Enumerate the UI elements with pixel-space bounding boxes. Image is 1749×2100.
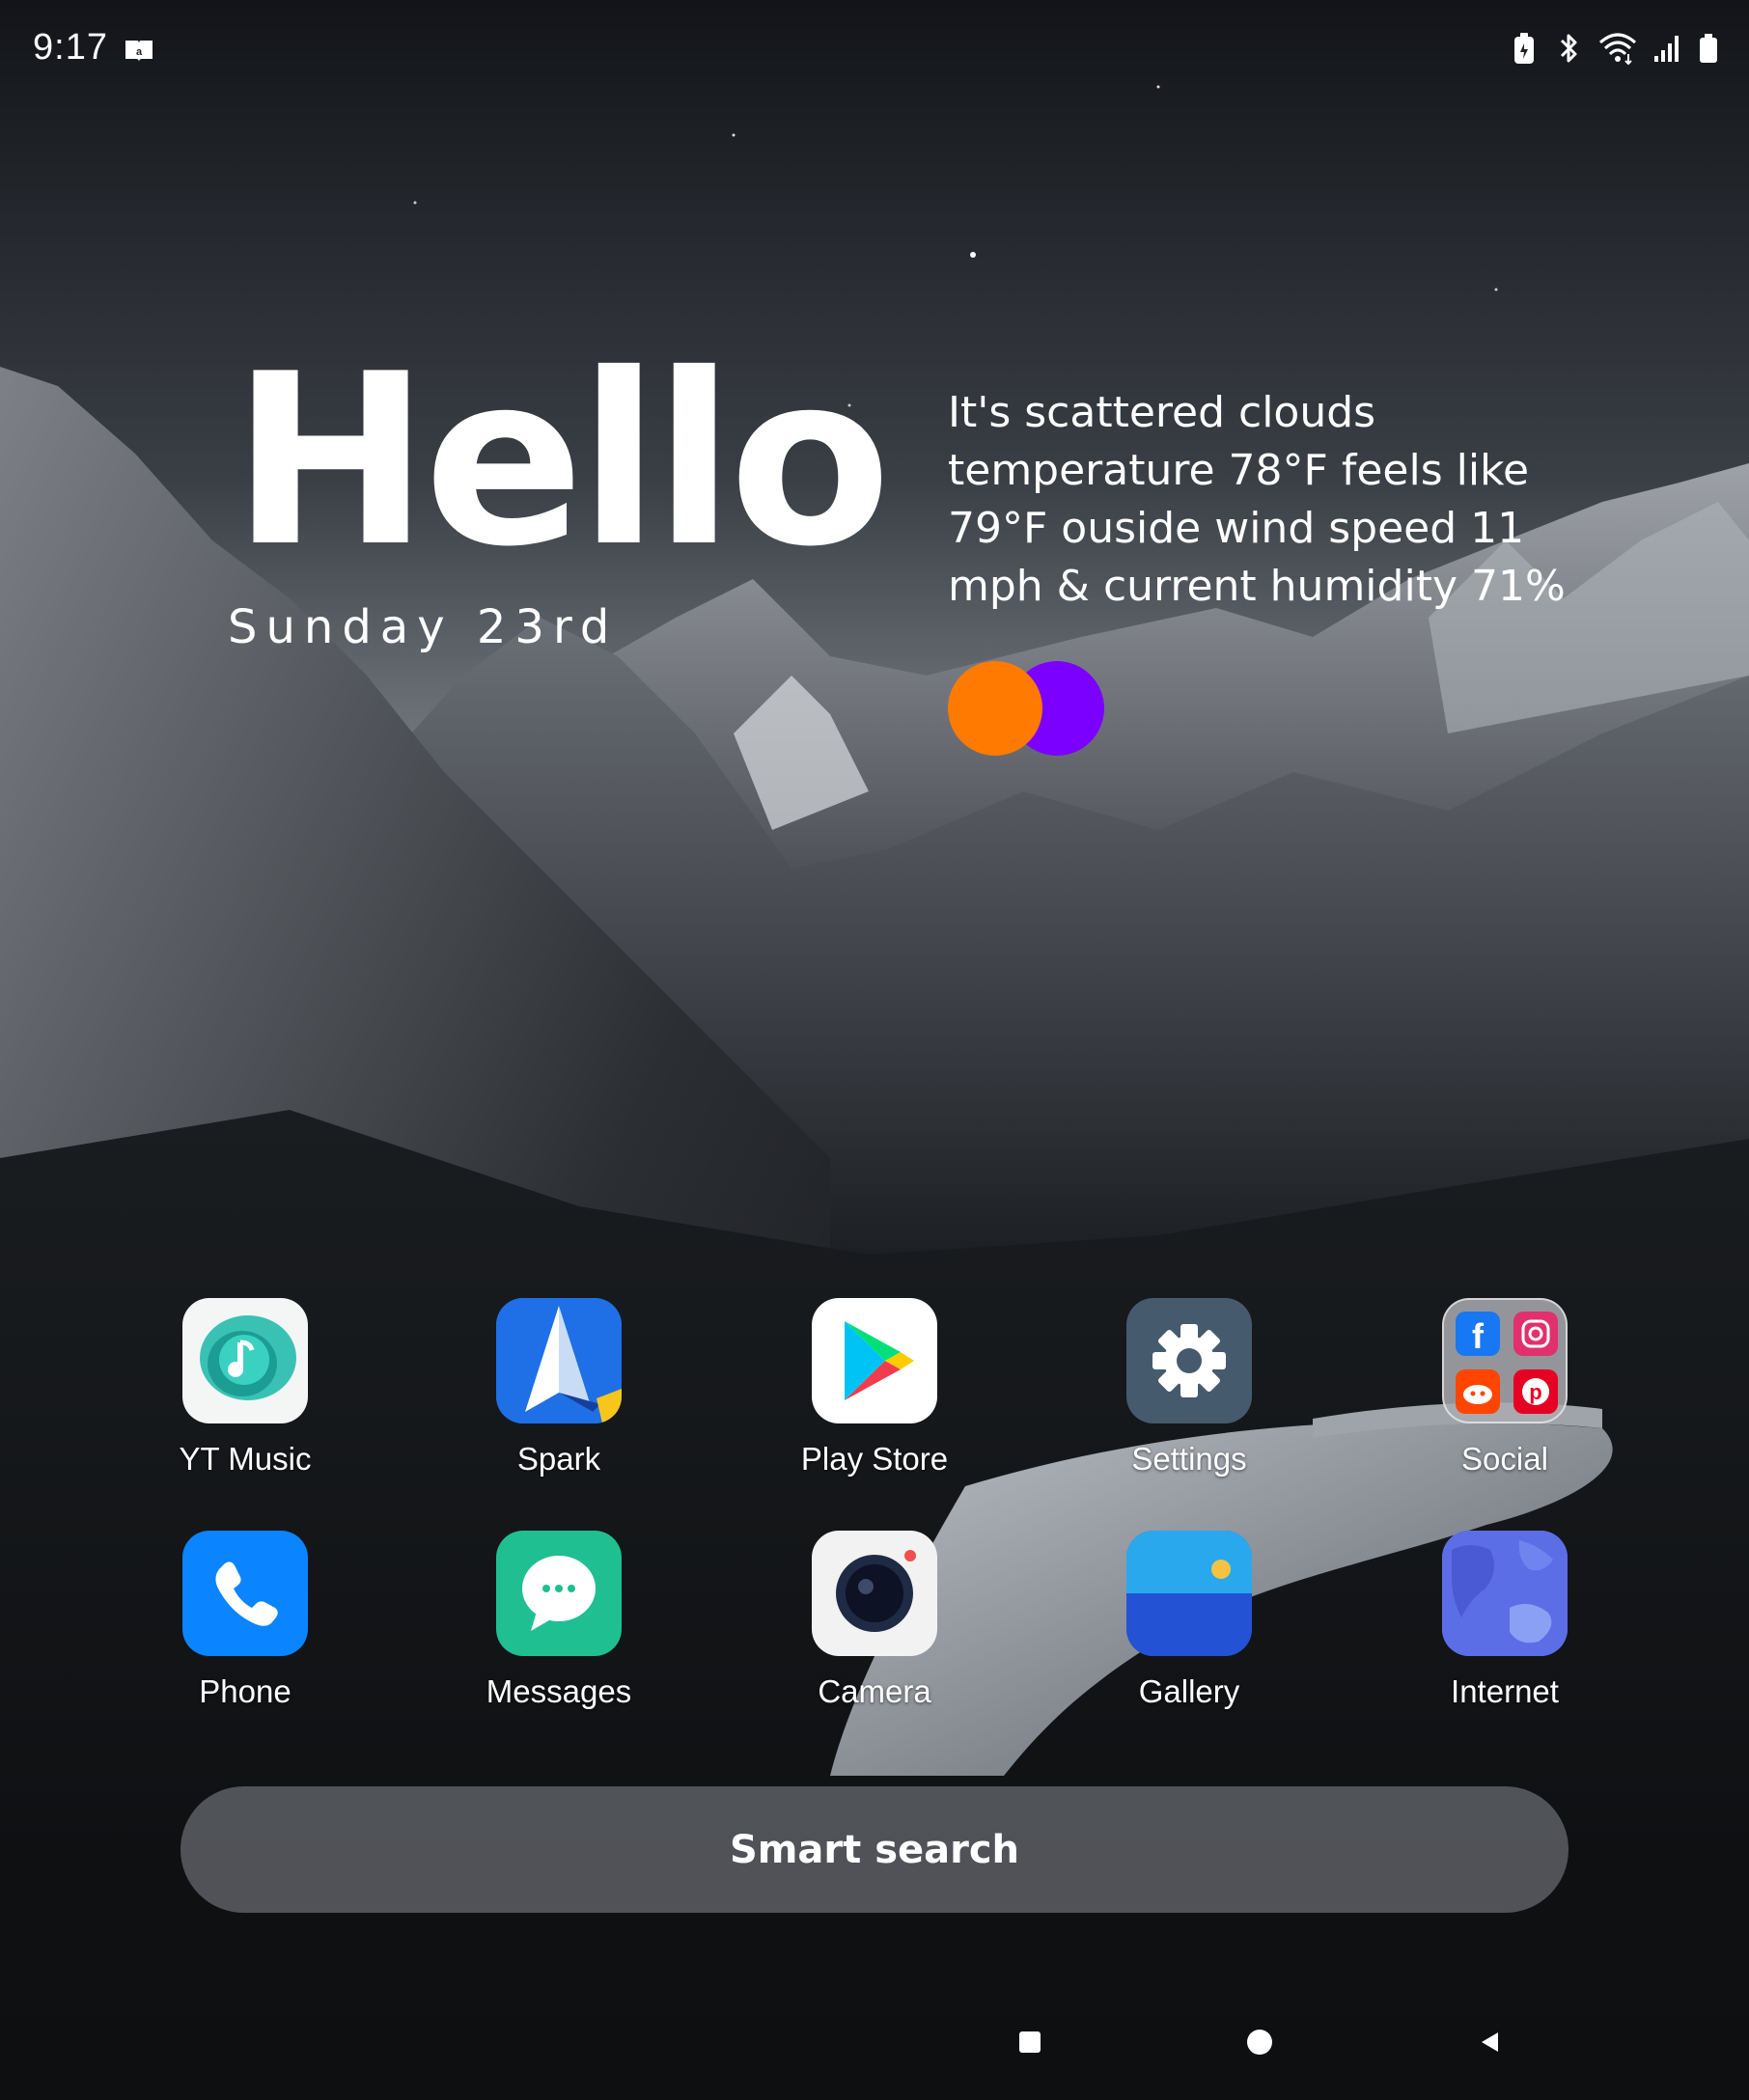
yt-music-icon [182, 1298, 308, 1423]
battery-saver-icon [1510, 31, 1539, 66]
app-spark[interactable]: Spark [453, 1298, 665, 1478]
amazon-kindle-icon: a [124, 39, 154, 64]
clock: 9:17 [33, 27, 108, 68]
bluetooth-icon [1554, 31, 1583, 66]
status-bar: 9:17 a [0, 0, 1749, 97]
app-label: Settings [1131, 1441, 1247, 1477]
svg-text:p: p [1529, 1380, 1541, 1404]
spark-icon [496, 1298, 622, 1423]
weather-widget-text[interactable]: It's scattered clouds temperature 78°F f… [948, 384, 1585, 616]
date-text: Sunday 23rd [228, 600, 619, 654]
gear-icon [1126, 1298, 1252, 1423]
app-phone[interactable]: Phone [139, 1531, 351, 1710]
app-internet[interactable]: Internet [1399, 1531, 1611, 1710]
app-label: Camera [818, 1673, 931, 1709]
smart-search-bar[interactable]: Smart search [180, 1786, 1569, 1913]
folder-social[interactable]: fp Social [1399, 1298, 1611, 1478]
status-icons [1510, 31, 1720, 66]
wallpaper [0, 0, 1749, 2100]
back-button[interactable] [1471, 2023, 1510, 2061]
app-camera[interactable]: Camera [768, 1531, 981, 1710]
app-label: Play Store [800, 1441, 949, 1477]
app-label: Phone [199, 1673, 292, 1709]
app-label: Messages [486, 1673, 632, 1709]
mountain-landscape-image [0, 0, 1749, 2100]
recents-button[interactable] [1011, 2023, 1049, 2061]
svg-text:f: f [1472, 1316, 1485, 1356]
back-icon [1482, 2032, 1498, 2052]
orange-dot [948, 661, 1042, 756]
color-dots [948, 661, 1104, 758]
recents-icon [1019, 2031, 1041, 2053]
camera-icon [812, 1531, 937, 1656]
home-icon [1247, 2030, 1272, 2055]
folder-icon: fp [1442, 1298, 1568, 1423]
greeting-text: Hello [232, 323, 891, 598]
app-label: Gallery [1138, 1673, 1240, 1709]
app-play-store[interactable]: Play Store [768, 1298, 981, 1478]
internet-icon [1442, 1531, 1568, 1656]
play-store-icon [812, 1298, 937, 1423]
app-label: YT Music [179, 1441, 312, 1477]
app-yt-music[interactable]: YT Music [139, 1298, 351, 1478]
svg-text:a: a [136, 46, 143, 58]
app-settings[interactable]: Settings [1083, 1298, 1295, 1478]
battery-icon [1697, 31, 1720, 66]
app-label: Social [1461, 1441, 1548, 1477]
search-label: Smart search [729, 1827, 1020, 1872]
gallery-icon [1126, 1531, 1252, 1656]
app-label: Internet [1451, 1673, 1559, 1709]
app-gallery[interactable]: Gallery [1083, 1531, 1295, 1710]
app-label: Spark [516, 1441, 601, 1477]
signal-icon [1652, 31, 1681, 66]
app-messages[interactable]: Messages [453, 1531, 665, 1710]
phone-icon [182, 1531, 308, 1656]
wifi-icon [1598, 31, 1637, 66]
home-button[interactable] [1240, 2023, 1279, 2061]
messages-icon [496, 1531, 622, 1656]
